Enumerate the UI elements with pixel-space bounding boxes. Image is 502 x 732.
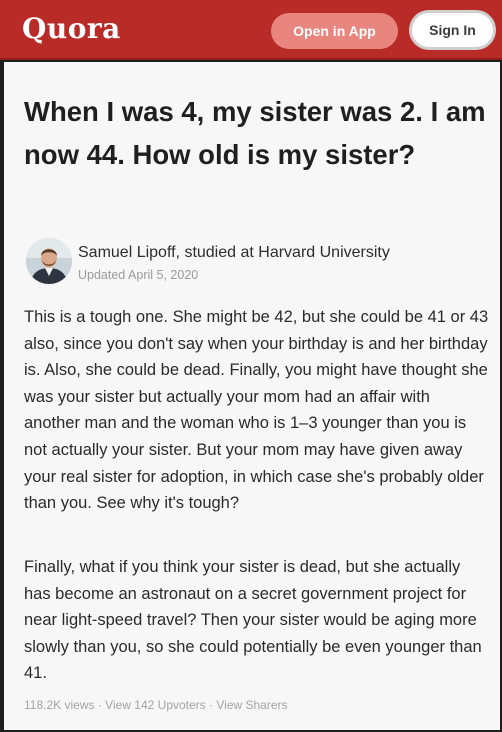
view-sharers-link[interactable]: View Sharers [216,698,287,712]
sign-in-button[interactable]: Sign In [409,10,496,50]
screenshot-frame: Quora Open in App Sign In When I was 4, … [0,0,502,732]
quora-logo[interactable]: Quora [22,12,121,45]
answer-card: When I was 4, my sister was 2. I am now … [4,62,500,730]
author-avatar[interactable] [26,238,72,284]
updated-date: Updated April 5, 2020 [78,268,199,282]
app-header: Quora Open in App Sign In [0,0,502,60]
answer-paragraph: This is a tough one. She might be 42, bu… [24,308,489,513]
views-count: 118.2K views [24,698,95,712]
answer-paragraph: Finally, what if you think your sister i… [24,558,482,683]
avatar-portrait-icon [26,238,72,284]
answer-stats: 118.2K views · View 142 Upvoters · View … [24,698,288,712]
view-upvoters-link[interactable]: View 142 Upvoters [105,698,206,712]
open-in-app-button[interactable]: Open in App [271,13,398,49]
author-name[interactable]: Samuel Lipoff, studied at Harvard Univer… [78,244,390,262]
question-title[interactable]: When I was 4, my sister was 2. I am now … [24,90,486,176]
